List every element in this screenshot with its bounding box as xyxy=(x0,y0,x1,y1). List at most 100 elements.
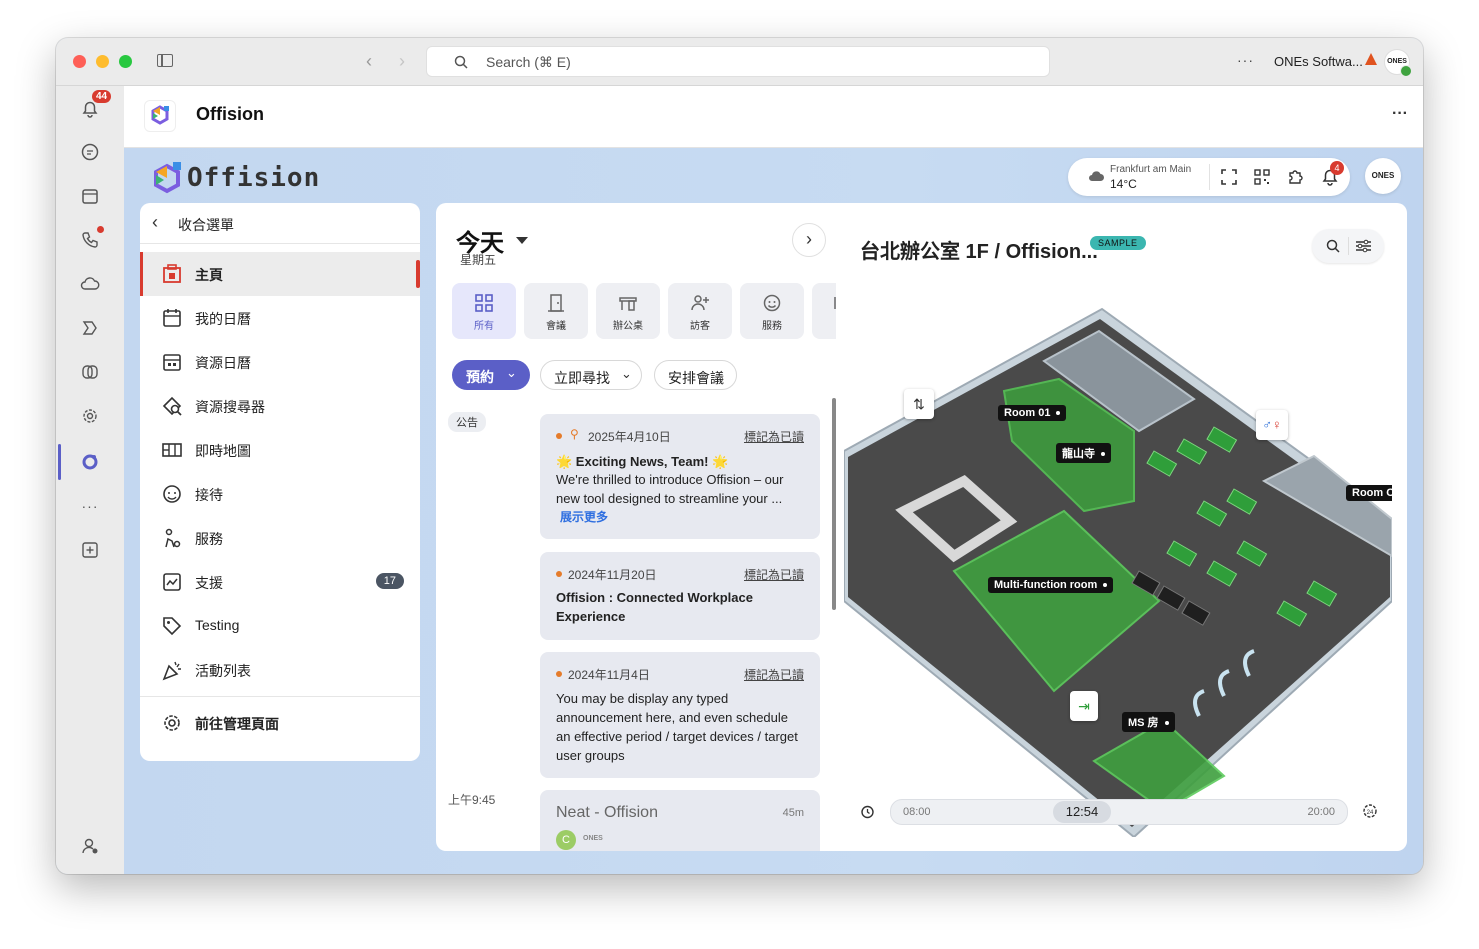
floor-plan-map[interactable] xyxy=(844,271,1392,837)
show-more-link[interactable]: 展示更多 xyxy=(560,508,608,525)
offision-app-icon[interactable] xyxy=(78,450,102,474)
search-bar[interactable]: Search (⌘ E) xyxy=(426,46,1050,77)
copilot-icon[interactable] xyxy=(78,360,102,384)
event-org: ONES xyxy=(583,835,603,842)
mark-read-link[interactable]: 標記為已讀 xyxy=(744,566,804,583)
time-slider[interactable]: 08:00 12:54 20:00 xyxy=(890,799,1348,825)
profile-avatar[interactable]: ONES xyxy=(1384,49,1412,77)
room-c-label[interactable]: Room C xyxy=(1346,485,1392,501)
zoom-window-button[interactable] xyxy=(119,55,132,68)
emergency-exit-icon[interactable]: ⇥ xyxy=(1070,691,1098,721)
ms-room-label[interactable]: MS 房 xyxy=(1122,712,1175,732)
phone-status-dot xyxy=(97,226,104,233)
feed-scrollbar[interactable] xyxy=(832,398,836,610)
find-now-button[interactable]: 立即尋找 ⌄ xyxy=(540,360,642,390)
bell-icon[interactable]: 44 xyxy=(78,90,112,120)
app-menu-icon[interactable]: ··· xyxy=(1392,105,1408,123)
multi-function-room-label[interactable]: Multi-function room xyxy=(988,577,1114,593)
event-card[interactable]: Neat - Offision 45m C ONES xyxy=(540,790,820,851)
sidebar-item-live-map[interactable]: 即時地圖 xyxy=(140,428,420,472)
user-avatar[interactable]: ONES xyxy=(1365,158,1401,194)
account-settings-icon[interactable] xyxy=(78,834,102,858)
map-title[interactable]: 台北辦公室 1F / Offision... xyxy=(860,235,1098,264)
announcement-text: Offision : Connected Workplace Experienc… xyxy=(556,590,753,624)
minimize-window-button[interactable] xyxy=(96,55,109,68)
service-face-icon xyxy=(763,294,781,312)
category-meeting[interactable]: 會議 xyxy=(524,283,588,339)
announcement-card[interactable]: 2024年11月4日 標記為已讀 You may be display any … xyxy=(540,652,820,778)
back-arrow-icon[interactable]: ‹ xyxy=(366,51,372,72)
category-all[interactable]: 所有 xyxy=(452,283,516,339)
calendar-icon[interactable] xyxy=(78,184,102,208)
announcement-headline: 🌟 Exciting News, Team! 🌟 xyxy=(556,454,729,469)
category-label: 辦公桌 xyxy=(613,321,643,332)
sidebar-item-testing[interactable]: Testing xyxy=(140,604,420,648)
collapse-menu-button[interactable]: ‹ 收合選單 xyxy=(140,203,420,244)
longshan-room-label[interactable]: 龍山寺 xyxy=(1056,443,1111,463)
sidebar-divider xyxy=(140,696,420,697)
alarm-clock-icon[interactable] xyxy=(860,804,875,819)
apps-settings-icon[interactable] xyxy=(78,404,102,428)
puzzle-icon[interactable] xyxy=(1287,168,1305,186)
onedrive-icon[interactable] xyxy=(78,272,102,296)
sidebar-item-service[interactable]: 服務 xyxy=(140,516,420,560)
phone-icon[interactable] xyxy=(78,226,104,252)
category-more[interactable] xyxy=(812,283,836,339)
party-icon xyxy=(162,661,181,681)
sidebar-item-label: 資源搜尋器 xyxy=(195,399,265,415)
app-header: Offision ··· xyxy=(124,86,1423,148)
planner-icon[interactable] xyxy=(78,316,102,340)
app-window: ‹ › Search (⌘ E) ··· ONEs Softwa... ONES… xyxy=(56,38,1423,874)
sidebar-item-my-calendar[interactable]: 我的日曆 xyxy=(140,296,420,340)
elevator-icon[interactable]: ⇅ xyxy=(904,389,934,419)
sidebar-item-label: 前往管理頁面 xyxy=(195,716,279,732)
chat-icon[interactable] xyxy=(78,140,102,164)
category-visitor[interactable]: 訪客 xyxy=(668,283,732,339)
org-name[interactable]: ONEs Softwa... xyxy=(1274,54,1363,69)
desk-icon xyxy=(619,297,637,311)
sidebar-item-support[interactable]: 支援 17 xyxy=(140,560,420,604)
qr-code-icon[interactable] xyxy=(1254,169,1270,185)
sidebar-item-home[interactable]: 主頁 xyxy=(140,252,420,296)
schedule-meeting-button[interactable]: 安排會議 xyxy=(654,360,737,390)
next-day-button[interactable]: › xyxy=(792,223,826,257)
title-bar: ‹ › Search (⌘ E) ··· ONEs Softwa... ONES xyxy=(56,38,1423,86)
fullscreen-icon[interactable] xyxy=(1221,169,1237,185)
timezone-icon[interactable]: 24 xyxy=(1362,803,1378,819)
sidebar-item-events[interactable]: 活動列表 xyxy=(140,648,420,692)
category-desk[interactable]: 辦公桌 xyxy=(596,283,660,339)
forward-arrow-icon[interactable]: › xyxy=(399,51,405,72)
mark-read-link[interactable]: 標記為已讀 xyxy=(744,666,804,683)
search-placeholder: Search (⌘ E) xyxy=(486,54,571,70)
announcement-text: We're thrilled to introduce Offision – o… xyxy=(556,472,784,506)
search-icon[interactable] xyxy=(1326,239,1340,253)
sidebar-item-admin[interactable]: 前往管理頁面 xyxy=(140,701,420,745)
time-slider-handle[interactable]: 12:54 xyxy=(1053,801,1111,823)
add-app-icon[interactable] xyxy=(78,538,102,562)
more-options-icon[interactable]: ··· xyxy=(1237,52,1254,68)
sidebar-item-resource-calendar[interactable]: 資源日曆 xyxy=(140,340,420,384)
more-apps-icon[interactable]: ··· xyxy=(78,494,102,518)
announcement-card[interactable]: 2024年11月20日 標記為已讀 Offision : Connected W… xyxy=(540,552,820,640)
room-01-label[interactable]: Room 01 xyxy=(998,405,1067,421)
filter-sliders-icon[interactable] xyxy=(1356,239,1371,253)
unread-dot xyxy=(556,571,562,577)
close-window-button[interactable] xyxy=(73,55,86,68)
sidebar-item-resource-finder[interactable]: 資源搜尋器 xyxy=(140,384,420,428)
weekday-label: 星期五 xyxy=(460,253,497,267)
mark-read-link[interactable]: 標記為已讀 xyxy=(744,428,804,445)
category-service[interactable]: 服務 xyxy=(740,283,804,339)
category-label: 訪客 xyxy=(690,321,710,332)
sidebar-item-label: 我的日曆 xyxy=(195,311,251,327)
sidebar-item-reception[interactable]: 接待 xyxy=(140,472,420,516)
reception-icon xyxy=(163,485,181,503)
reserve-button[interactable]: 預約 ⌄ xyxy=(452,360,530,390)
chevron-down-icon: ⌄ xyxy=(621,366,632,381)
unread-dot xyxy=(556,671,562,677)
restroom-icon[interactable]: ♂♀ xyxy=(1256,410,1288,440)
side-navigation: ‹ 收合選單 主頁 我的日曆 資源日曆 資源搜尋器 即時地圖 接待 服務 支援 … xyxy=(140,203,420,761)
announcement-card[interactable]: ⚲ 2025年4月10日 標記為已讀 🌟 Exciting News, Team… xyxy=(540,414,820,539)
grid-icon xyxy=(475,294,493,312)
time-start-label: 08:00 xyxy=(903,806,931,818)
sidebar-toggle-icon[interactable] xyxy=(157,54,173,67)
